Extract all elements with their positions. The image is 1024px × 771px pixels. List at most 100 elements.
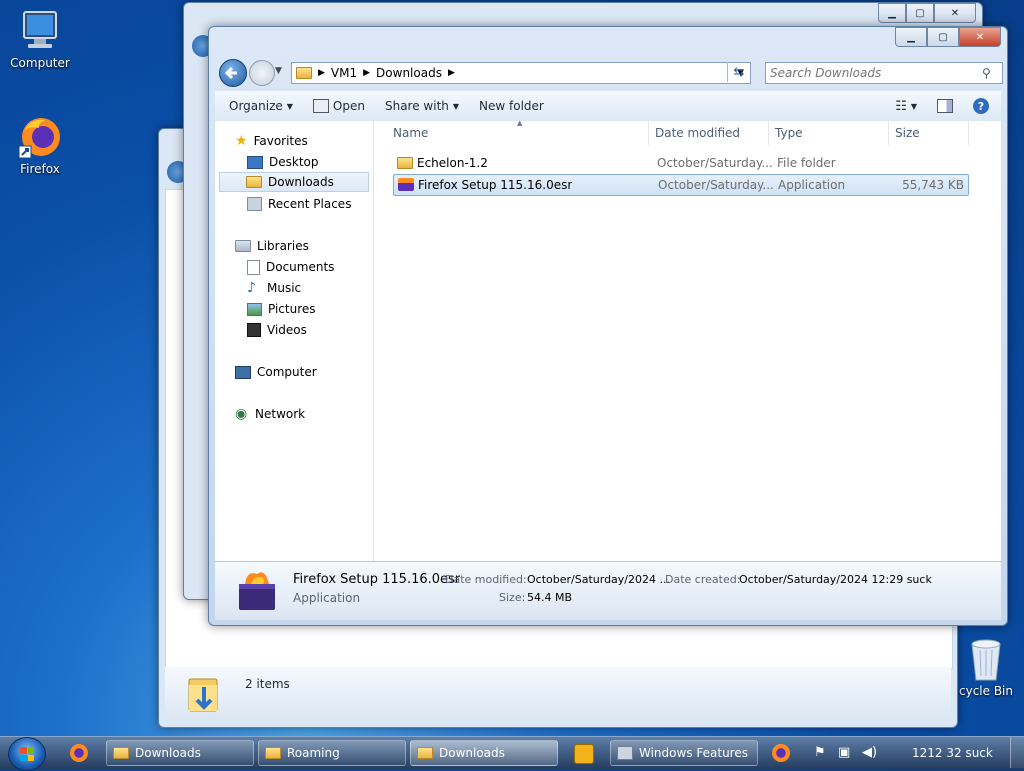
chevron-down-icon: ▼	[286, 101, 293, 111]
file-row-firefox-setup[interactable]: Firefox Setup 115.16.0esr October/Saturd…	[393, 174, 969, 196]
file-row-echelon[interactable]: Echelon-1.2 October/Saturday... File fol…	[393, 153, 967, 173]
nav-recent-places[interactable]: Recent Places	[247, 194, 351, 214]
nav-label: Documents	[266, 260, 335, 274]
details-pane: Firefox Setup 115.16.0esr Application Da…	[215, 561, 1001, 620]
search-box[interactable]: ⚲	[765, 62, 1003, 84]
minimize-button[interactable]: ▁	[895, 27, 927, 47]
item-count-text: 2 items	[245, 677, 290, 691]
explorer-window-downloads[interactable]: ▁ ▢ ✕ ▼ ▶ VM1 ▶ Downloads ▶ ▼ ⇆ ⚲ Organi…	[208, 26, 1008, 626]
libraries-icon	[235, 240, 251, 252]
nav-pictures[interactable]: Pictures	[247, 299, 316, 319]
open-button[interactable]: Open	[303, 99, 375, 113]
clock[interactable]: 1212 32 suck	[912, 746, 993, 760]
taskbar-button-downloads-1[interactable]: Downloads	[106, 740, 254, 766]
preview-pane-button[interactable]	[927, 99, 963, 113]
downloads-folder-icon	[246, 176, 262, 188]
nav-computer[interactable]: Computer	[235, 362, 317, 382]
nav-network[interactable]: ◉ Network	[235, 404, 305, 424]
back-window-details-pane: 2 items	[165, 667, 951, 721]
chevron-down-icon: ▼	[910, 101, 917, 111]
taskbar-button-windows-features[interactable]: Windows Features	[610, 740, 758, 766]
file-list: ▲ Name Date modified Type Size Echelon-1…	[379, 119, 999, 561]
content-area: ★ Favorites Desktop Downloads Recent Pla…	[215, 119, 1001, 561]
nav-label: Recent Places	[268, 197, 352, 211]
taskbar-button-roaming[interactable]: Roaming	[258, 740, 406, 766]
folder-icon	[265, 747, 281, 759]
nav-videos[interactable]: Videos	[247, 320, 307, 340]
column-header-type[interactable]: Type	[769, 121, 889, 145]
new-folder-label: New folder	[479, 99, 544, 113]
music-icon: ♪	[247, 280, 256, 296]
taskbar-button-label: Roaming	[287, 746, 340, 760]
firefox-installer-icon	[398, 178, 414, 191]
nav-label: Favorites	[253, 134, 308, 148]
change-view-button[interactable]: ☷ ▼	[885, 99, 927, 114]
taskbar: Downloads Roaming Downloads Windows Feat…	[0, 736, 1024, 771]
new-folder-button[interactable]: New folder	[469, 99, 554, 113]
pictures-icon	[247, 302, 262, 316]
address-bar[interactable]: ▶ VM1 ▶ Downloads ▶ ▼	[291, 62, 751, 84]
share-with-button[interactable]: Share with ▼	[375, 99, 469, 113]
nav-favorites[interactable]: ★ Favorites	[235, 131, 308, 151]
size-label: Size:	[499, 591, 526, 604]
nav-documents[interactable]: Documents	[247, 257, 334, 277]
search-icon[interactable]: ⚲	[982, 66, 991, 80]
recent-pages-dropdown-icon[interactable]: ▼	[275, 66, 282, 76]
star-icon: ★	[235, 133, 248, 149]
desktop-icon-computer[interactable]: Computer	[2, 8, 78, 70]
taskbar-button-downloads-2[interactable]: Downloads	[410, 740, 558, 766]
help-button[interactable]: ?	[963, 98, 1001, 114]
start-button[interactable]	[8, 737, 46, 771]
file-type: Application	[778, 178, 846, 192]
date-modified-label: Date modified:	[445, 573, 527, 586]
desktop-icon	[247, 155, 263, 169]
desktop-icon-label: Firefox	[20, 162, 60, 176]
maximize-button[interactable]: ▢	[927, 27, 959, 47]
windows-logo-icon	[20, 747, 34, 761]
show-desktop-button[interactable]	[1010, 737, 1024, 768]
nav-label: Libraries	[257, 239, 309, 253]
column-header-size[interactable]: Size	[889, 121, 969, 145]
column-header-date-modified[interactable]: Date modified	[649, 121, 769, 145]
maximize-button[interactable]: ▢	[906, 3, 934, 23]
taskbar-firefox-running[interactable]	[772, 744, 790, 762]
forward-arrow-icon[interactable]	[249, 60, 275, 86]
media-player-icon[interactable]	[574, 744, 594, 764]
refresh-icon[interactable]: ⇆	[727, 62, 750, 82]
search-input[interactable]	[766, 65, 982, 81]
column-label: Size	[895, 126, 920, 140]
volume-icon[interactable]: ◀)	[862, 745, 877, 760]
taskbar-firefox-pinned[interactable]	[70, 744, 88, 762]
folder-icon	[397, 157, 413, 169]
nav-label: Music	[267, 281, 302, 295]
desktop-icon-label: cycle Bin	[959, 684, 1013, 698]
breadcrumb-vm1[interactable]: VM1	[331, 66, 357, 80]
file-size: 55,743 KB	[902, 178, 964, 192]
date-created-label: Date created:	[665, 573, 741, 586]
breadcrumb-separator-icon: ▶	[363, 68, 371, 78]
close-button[interactable]: ✕	[934, 3, 976, 23]
folder-icon	[296, 67, 312, 79]
back-arrow-icon[interactable]	[219, 59, 247, 87]
windows-features-icon	[617, 746, 633, 760]
file-date: October/Saturday...	[658, 178, 774, 192]
column-label: Date modified	[655, 126, 741, 140]
details-title: Firefox Setup 115.16.0esr	[293, 572, 461, 587]
nav-libraries[interactable]: Libraries	[235, 236, 309, 256]
network-tray-icon[interactable]: ▣	[838, 745, 850, 760]
close-button[interactable]: ✕	[959, 27, 1001, 47]
action-center-flag-icon[interactable]: ⚑	[814, 745, 826, 760]
navigation-bar: ▼ ▶ VM1 ▶ Downloads ▶ ▼ ⇆ ⚲	[215, 57, 1003, 87]
file-date: October/Saturday...	[657, 156, 773, 170]
column-header-name[interactable]: Name	[387, 121, 649, 145]
nav-desktop[interactable]: Desktop	[247, 152, 319, 172]
computer-icon	[18, 8, 62, 54]
nav-music[interactable]: ♪ Music	[247, 278, 301, 298]
minimize-button[interactable]: ▁	[878, 3, 906, 23]
desktop-icon-firefox[interactable]: Firefox	[2, 114, 78, 176]
recent-places-icon	[247, 197, 262, 211]
organize-button[interactable]: Organize ▼	[215, 99, 303, 113]
column-label: Type	[775, 126, 803, 140]
nav-downloads[interactable]: Downloads	[219, 172, 369, 192]
breadcrumb-downloads[interactable]: Downloads	[376, 66, 442, 80]
